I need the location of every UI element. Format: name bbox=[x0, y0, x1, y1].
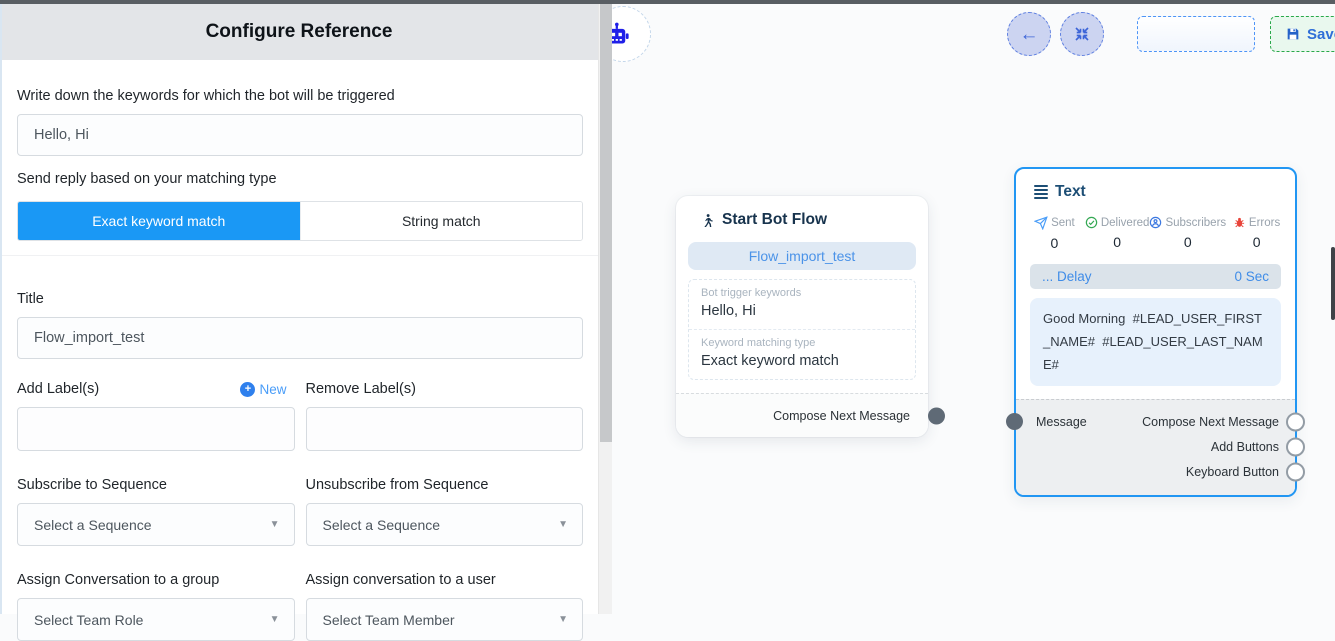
subscribe-sequence-label: Subscribe to Sequence bbox=[17, 475, 295, 495]
message-preview[interactable]: Good Morning #LEAD_USER_FIRST_NAME# #LEA… bbox=[1030, 298, 1281, 386]
trigger-config-box: Bot trigger keywords Hello, Hi Keyword m… bbox=[688, 279, 916, 380]
keywords-input[interactable]: Hello, Hi bbox=[17, 114, 583, 156]
add-labels-input[interactable] bbox=[17, 407, 295, 451]
subscribe-sequence-value: Select a Sequence bbox=[34, 517, 152, 533]
matching-type-label: Keyword matching type bbox=[701, 336, 903, 351]
sidebar-scrollbar[interactable] bbox=[598, 4, 613, 614]
connection-line bbox=[612, 4, 912, 154]
back-arrow-icon: ← bbox=[1020, 25, 1039, 44]
delay-label: ... Delay bbox=[1042, 269, 1092, 284]
matching-type-tabs: Exact keyword match String match bbox=[17, 201, 583, 241]
stat-sent: Sent 0 bbox=[1024, 216, 1085, 251]
keyboard-button-output-connector[interactable] bbox=[1286, 462, 1305, 481]
panel-header: Configure Reference bbox=[0, 4, 598, 60]
keyboard-button-port-label: Keyboard Button bbox=[1186, 465, 1279, 479]
new-label-button[interactable]: + New bbox=[240, 382, 294, 397]
configure-reference-panel: Configure Reference Write down the keywo… bbox=[0, 4, 598, 614]
delay-value: 0 Sec bbox=[1234, 269, 1269, 284]
stat-label: Delivered bbox=[1101, 217, 1150, 229]
flow-canvas[interactable]: ← Save Start Bot Flow F bbox=[612, 4, 1335, 614]
text-message-node[interactable]: Text Sent 0 Delivered 0 bbox=[1014, 167, 1297, 497]
stat-delivered: Delivered 0 bbox=[1085, 216, 1150, 251]
subscribe-sequence-select[interactable]: Select a Sequence ▼ bbox=[17, 503, 295, 546]
title-input[interactable]: Flow_import_test bbox=[17, 317, 583, 359]
add-buttons-port-label: Add Buttons bbox=[1211, 440, 1279, 454]
bot-avatar-bubble[interactable] bbox=[612, 6, 651, 62]
start-node-title: Start Bot Flow bbox=[722, 211, 827, 229]
flow-name-chip[interactable]: Flow_import_test bbox=[688, 242, 916, 270]
compose-next-message-port-label: Compose Next Message bbox=[773, 409, 910, 423]
stat-label: Errors bbox=[1249, 217, 1280, 229]
assign-user-select[interactable]: Select Team Member ▼ bbox=[306, 598, 584, 641]
input-connector[interactable] bbox=[1006, 413, 1023, 430]
unsubscribe-sequence-value: Select a Sequence bbox=[323, 517, 441, 533]
sent-icon bbox=[1034, 216, 1048, 230]
port-row-add-buttons: Add Buttons bbox=[1016, 434, 1295, 459]
panel-accent-edge bbox=[0, 4, 2, 614]
port-row-compose: Message Compose Next Message bbox=[1016, 409, 1295, 434]
text-node-title: Text bbox=[1055, 183, 1086, 201]
text-node-footer: Message Compose Next Message Add Buttons… bbox=[1016, 399, 1295, 495]
errors-icon bbox=[1233, 216, 1246, 229]
compose-output-connector[interactable] bbox=[1286, 412, 1305, 431]
trigger-keywords-value: Hello, Hi bbox=[701, 301, 903, 322]
stat-value: 0 bbox=[1113, 234, 1121, 250]
compose-next-message-port-label: Compose Next Message bbox=[1142, 415, 1279, 429]
title-label: Title bbox=[17, 289, 583, 309]
tab-string-match[interactable]: String match bbox=[300, 202, 583, 240]
chevron-down-icon: ▼ bbox=[558, 614, 568, 625]
plus-icon: + bbox=[240, 382, 255, 397]
stat-value: 0 bbox=[1184, 234, 1192, 250]
matching-type-label: Send reply based on your matching type bbox=[17, 169, 583, 189]
delivered-icon bbox=[1085, 216, 1098, 229]
remove-labels-input[interactable] bbox=[306, 407, 584, 451]
unsubscribe-sequence-label: Unsubscribe from Sequence bbox=[306, 475, 584, 495]
save-button-label: Save bbox=[1307, 26, 1335, 43]
assign-group-label: Assign Conversation to a group bbox=[17, 570, 295, 590]
trigger-keywords-label: Bot trigger keywords bbox=[701, 286, 903, 301]
robot-icon bbox=[612, 21, 632, 48]
stats-row: Sent 0 Delivered 0 Subscribers bbox=[1016, 216, 1295, 251]
unsubscribe-sequence-select[interactable]: Select a Sequence ▼ bbox=[306, 503, 584, 546]
stat-subscribers: Subscribers 0 bbox=[1149, 216, 1226, 251]
stat-errors: Errors 0 bbox=[1226, 216, 1287, 251]
pending-action-button[interactable] bbox=[1137, 16, 1255, 52]
assign-user-label: Assign conversation to a user bbox=[306, 570, 584, 590]
matching-type-value: Exact keyword match bbox=[701, 351, 903, 372]
stat-label: Subscribers bbox=[1165, 217, 1226, 229]
back-button[interactable]: ← bbox=[1007, 12, 1051, 56]
fit-view-button[interactable] bbox=[1060, 12, 1104, 56]
add-buttons-output-connector[interactable] bbox=[1286, 437, 1305, 456]
delay-setting[interactable]: ... Delay 0 Sec bbox=[1030, 264, 1281, 289]
remove-labels-label: Remove Label(s) bbox=[306, 379, 584, 399]
chevron-down-icon: ▼ bbox=[270, 519, 280, 530]
start-bot-flow-node[interactable]: Start Bot Flow Flow_import_test Bot trig… bbox=[676, 196, 928, 437]
chevron-down-icon: ▼ bbox=[558, 519, 568, 530]
message-input-port-label: Message bbox=[1036, 415, 1087, 429]
assign-group-select[interactable]: Select Team Role ▼ bbox=[17, 598, 295, 641]
stat-value: 0 bbox=[1051, 235, 1059, 251]
panel-title: Configure Reference bbox=[206, 21, 393, 43]
start-node-footer: Compose Next Message bbox=[676, 393, 928, 437]
tab-exact-keyword-match[interactable]: Exact keyword match bbox=[18, 202, 300, 240]
output-connector[interactable] bbox=[928, 407, 945, 424]
add-labels-label: Add Label(s) bbox=[17, 379, 99, 399]
keywords-label: Write down the keywords for which the bo… bbox=[17, 86, 583, 106]
canvas-scrollbar-thumb[interactable] bbox=[1331, 247, 1335, 320]
port-row-keyboard-button: Keyboard Button bbox=[1016, 459, 1295, 484]
stat-value: 0 bbox=[1253, 234, 1261, 250]
floppy-disk-icon bbox=[1285, 26, 1301, 42]
sidebar-scrollbar-thumb[interactable] bbox=[600, 4, 612, 442]
compress-icon bbox=[1073, 25, 1091, 43]
drag-handle-icon[interactable] bbox=[1034, 185, 1048, 199]
chevron-down-icon: ▼ bbox=[270, 614, 280, 625]
section-divider bbox=[0, 255, 598, 256]
stat-label: Sent bbox=[1051, 217, 1075, 229]
subscribers-icon bbox=[1149, 216, 1162, 229]
new-label-text: New bbox=[259, 382, 286, 397]
walking-person-icon bbox=[700, 212, 715, 229]
save-button[interactable]: Save bbox=[1270, 16, 1335, 52]
